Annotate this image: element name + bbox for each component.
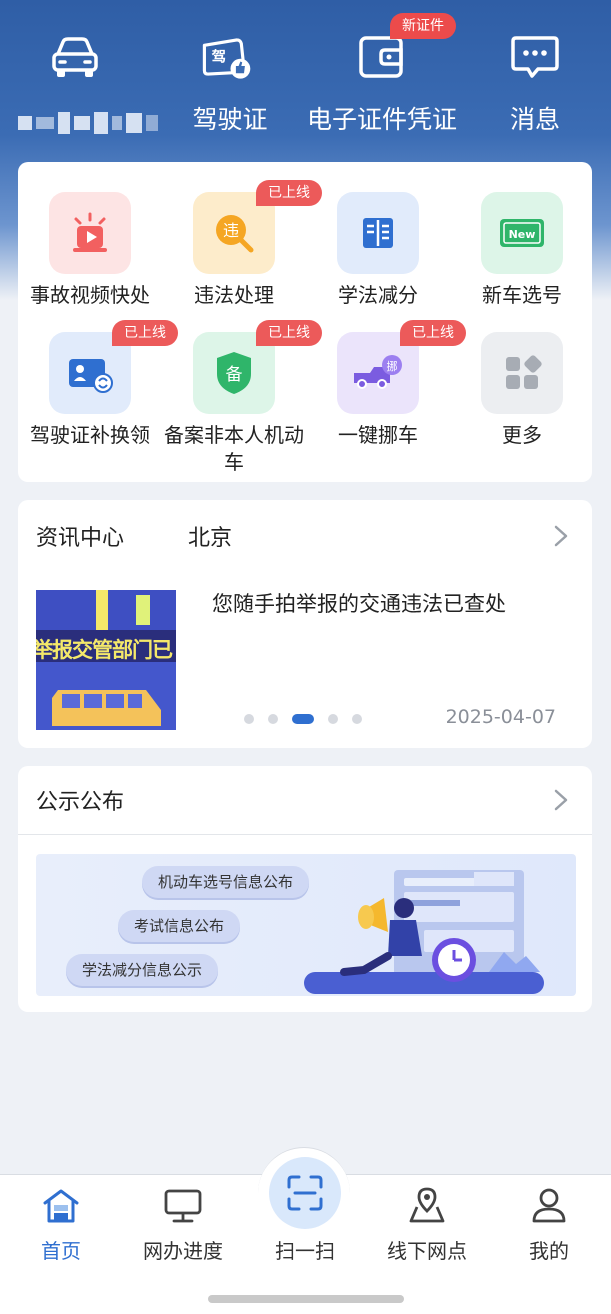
carousel-dot (268, 714, 278, 724)
notice-section-title: 公示公布 (36, 790, 125, 815)
scan-icon (269, 1157, 341, 1229)
tab-offline-points[interactable]: 线下网点 (366, 1175, 488, 1275)
service-license-replace-label: 驾驶证补换领 (30, 423, 150, 447)
notice-pill-exam[interactable]: 考试信息公布 (118, 910, 241, 942)
chevron-right-icon[interactable] (552, 524, 570, 548)
violation-glyph: 违 (223, 221, 239, 240)
svg-text:驾: 驾 (211, 48, 226, 66)
driver-license-icon: 驾 (202, 38, 251, 79)
service-license-replace[interactable]: 已上线 驾驶证补换领 (24, 302, 178, 447)
announcement-illustration (304, 870, 544, 994)
notice-header[interactable]: 公示公布 (18, 766, 592, 836)
chevron-right-icon[interactable] (552, 788, 570, 812)
notice-banner[interactable]: 机动车选号信息公布 考试信息公布 学法减分信息公示 (36, 854, 576, 996)
new-plate-glyph: New (509, 228, 536, 241)
carousel-dot (328, 714, 338, 724)
e-certificate-label: 电子证件凭证 (306, 105, 457, 134)
service-more[interactable]: 更多 (456, 302, 586, 447)
monitor-icon (164, 1189, 202, 1223)
tab-mine-label: 我的 (529, 1239, 569, 1263)
service-move-car-label: 一键挪车 (338, 423, 418, 447)
notice-card: 公示公布 机动车选号信息公布 考试信息公布 学法减分信息公示 (18, 766, 592, 1012)
driver-license-label: 驾驶证 (192, 105, 268, 134)
news-card: 资讯中心 北京 举报交管部门已 您随手拍举报的交通违法已查处 2025-04-0… (18, 500, 592, 748)
tab-scan-label: 扫一扫 (275, 1239, 335, 1263)
service-register-vehicle-label: 备案非本人机动车 (164, 423, 304, 474)
new-plate-icon: New (481, 192, 563, 274)
tab-progress[interactable]: 网办进度 (122, 1175, 244, 1275)
news-city[interactable]: 北京 (188, 520, 232, 552)
notice-pill-study[interactable]: 学法减分信息公示 (66, 954, 219, 986)
car-icon (52, 37, 98, 77)
user-icon (532, 1188, 566, 1223)
tab-home[interactable]: 首页 (0, 1175, 122, 1275)
service-violation[interactable]: 违 已上线 违法处理 (168, 162, 322, 307)
carousel-indicator (244, 714, 362, 724)
tab-mine[interactable]: 我的 (488, 1175, 610, 1275)
register-glyph: 备 (226, 365, 243, 385)
divider (18, 834, 592, 835)
message-icon (511, 36, 559, 78)
messages-label: 消息 (509, 105, 560, 134)
carousel-dot-active (292, 714, 314, 724)
news-section-title: 资讯中心 (36, 526, 125, 551)
service-new-plate[interactable]: New 新车选号 (456, 162, 586, 307)
home-indicator (208, 1295, 404, 1303)
accident-video-icon (49, 192, 131, 274)
news-thumbnail-text: 举报交管部门已 (36, 638, 173, 662)
study-book-icon (337, 192, 419, 274)
carousel-dot (244, 714, 254, 724)
news-date: 2025-04-07 (445, 706, 556, 728)
service-study-points[interactable]: 学法减分 (312, 162, 442, 307)
bottom-tab-bar: 首页 网办进度 扫一扫 线下网点 我的 (0, 1147, 611, 1314)
service-register-vehicle[interactable]: 备 已上线 备案非本人机动车 (164, 302, 322, 474)
move-car-glyph: 挪 (387, 359, 398, 373)
news-headline[interactable]: 您随手拍举报的交通违法已查处 (212, 588, 506, 618)
tab-scan[interactable]: 扫一扫 (244, 1157, 366, 1275)
driver-license-shortcut[interactable]: 驾 驾驶证 (155, 0, 305, 150)
service-accident-video[interactable]: 事故视频快处 (24, 162, 154, 307)
header-shortcuts: 驾 驾驶证 电子证件凭证 新证件 消息 (0, 0, 611, 150)
news-thumbnail[interactable]: 举报交管部门已 (36, 590, 176, 730)
tab-home-label: 首页 (41, 1239, 81, 1263)
messages-shortcut[interactable]: 消息 (460, 0, 610, 150)
vehicle-plate-blurred (18, 108, 158, 138)
service-more-label: 更多 (502, 423, 542, 447)
home-icon (43, 1189, 79, 1223)
news-header[interactable]: 资讯中心 北京 (18, 500, 592, 570)
vehicle-shortcut[interactable] (0, 0, 158, 150)
location-map-icon (409, 1187, 445, 1223)
tab-offline-points-label: 线下网点 (387, 1239, 467, 1263)
new-certificate-badge: 新证件 (390, 13, 456, 39)
services-card: 事故视频快处 违 已上线 违法处理 学法减分 New 新车选号 已上线 驾驶证补… (18, 162, 592, 482)
carousel-dot (352, 714, 362, 724)
tab-progress-label: 网办进度 (143, 1239, 223, 1263)
service-move-car[interactable]: 挪 已上线 一键挪车 (312, 302, 466, 447)
more-grid-icon (481, 332, 563, 414)
notice-pill-plate[interactable]: 机动车选号信息公布 (142, 866, 310, 898)
